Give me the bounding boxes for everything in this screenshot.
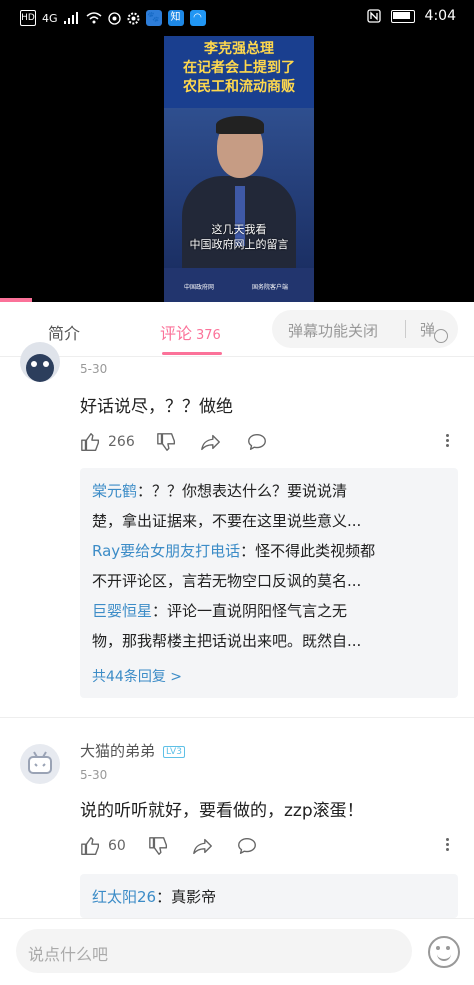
comment-username[interactable]: 大猫的弟弟 LV3 (80, 740, 185, 761)
comment-input-bar: 说点什么吧 (0, 918, 474, 985)
like-button[interactable]: 60 (80, 834, 126, 858)
like-count: 60 (108, 838, 126, 854)
settings-icon (127, 12, 140, 24)
like-button[interactable]: 266 (80, 430, 135, 454)
video-subtitle: 这几天我看 中国政府网上的留言 (164, 222, 314, 252)
video-title-line: 农民工和流动商贩 (183, 79, 295, 95)
comment-text: 好话说尽，？？做绝 (80, 397, 233, 417)
reply-item[interactable]: 巨婴恒星：评论一直说阴阳怪气言之无 物，那我帮楼主把话说出来吧。既然自... (92, 596, 437, 656)
reply-box[interactable]: 红太阳26：真影帝 (80, 874, 458, 918)
video-title-line: 在记者会上提到了 (183, 60, 295, 76)
share-button[interactable] (200, 430, 222, 454)
comment-text: 说的听听就好，要看做的，zzp滚蛋！ (80, 801, 364, 821)
reply-username[interactable]: Ray要给女朋友打电话 (92, 542, 240, 560)
signal-icon (63, 12, 78, 24)
comment-divider (0, 717, 474, 718)
comment-bubble-icon (248, 433, 266, 451)
video-title: 李克强总理 在记者会上提到了 农民工和流动商贩 (164, 40, 314, 97)
video-footer-right: 国务院客户端 (252, 284, 289, 291)
view-all-replies-link[interactable]: 共44条回复 > (92, 666, 182, 686)
baidu-icon: 🐾 (145, 10, 162, 26)
dislike-button[interactable] (156, 430, 178, 454)
video-title-line: 李克强总理 (204, 41, 274, 57)
more-options-icon[interactable] (446, 836, 450, 854)
tab-comments[interactable]: 评论 376 (160, 320, 221, 344)
danmaku-divider (405, 320, 406, 338)
network-type: 4G (42, 11, 58, 25)
reply-username[interactable]: 红太阳26 (92, 888, 156, 906)
share-icon (201, 434, 220, 451)
share-icon (193, 838, 212, 855)
more-options-icon[interactable] (446, 432, 450, 450)
video-footer-left: 中国政府网 (184, 284, 215, 291)
reply-item[interactable]: Ray要给女朋友打电话：怪不得此类视频都 不开评论区，言若无物空口反讽的莫名..… (92, 536, 437, 596)
danmaku-icon-glyph: 弹 (420, 321, 436, 339)
reply-username[interactable]: 巨婴恒星 (92, 602, 152, 620)
comment-actions: 266 (80, 430, 460, 454)
thumbs-up-icon (81, 837, 100, 855)
tab-intro[interactable]: 简介 (48, 320, 80, 344)
tab-bar: 简介 评论 376 弹幕功能关闭 弹 (0, 302, 474, 357)
danmaku-label: 弹幕功能关闭 (288, 322, 379, 340)
wifi-icon (86, 12, 102, 24)
hd-badge: HD (20, 10, 36, 26)
thumbs-down-icon (157, 433, 176, 451)
comment-input-placeholder: 说点什么吧 (28, 945, 109, 964)
comment-date: 5-30 (80, 362, 108, 376)
reply-username[interactable]: 棠元鹤 (92, 482, 137, 500)
subtitle-line: 这几天我看 (211, 223, 267, 236)
like-count: 266 (108, 434, 135, 450)
reply-text: 物，那我帮楼主把话说出来吧。既然自... (92, 632, 362, 650)
zhihu-icon: 知 (167, 10, 184, 26)
comment-date: 5-30 (80, 768, 108, 782)
thumbs-up-icon (81, 433, 100, 451)
location-icon (107, 11, 121, 25)
comment-count: 376 (196, 328, 221, 343)
battery-icon (390, 9, 415, 23)
video-footer: 中国政府网 国务院客户端 (164, 268, 314, 302)
reply-button[interactable] (246, 430, 268, 454)
clock: 4:04 (424, 8, 456, 24)
level-badge: LV3 (163, 745, 185, 758)
reply-text: ：？？你想表达什么？要说说清 (137, 482, 348, 500)
reply-item[interactable]: 红太阳26：真影帝 (92, 882, 437, 912)
thumbs-down-icon (149, 837, 168, 855)
subtitle-line: 中国政府网上的留言 (189, 238, 289, 251)
reply-text: 楚，拿出证据来，不要在这里说些意义... (92, 512, 362, 530)
tab-comments-label: 评论 (160, 324, 193, 343)
reply-text: 不开评论区，言若无物空口反讽的莫名... (92, 572, 362, 590)
reply-text: ：怪不得此类视频都 (240, 542, 376, 560)
reply-text: ：评论一直说阴阳怪气言之无 (152, 602, 348, 620)
reply-item[interactable]: 棠元鹤：？？你想表达什么？要说说清 楚，拿出证据来，不要在这里说些意义... (92, 476, 437, 536)
status-bar: HD 4G 🐾 知 ◠ 4:04 (0, 0, 474, 36)
comment-username-text: 大猫的弟弟 (80, 742, 156, 760)
comment-bubble-icon (238, 837, 256, 855)
reply-box[interactable]: 棠元鹤：？？你想表达什么？要说说清 楚，拿出证据来，不要在这里说些意义... R… (80, 468, 458, 698)
video-frame: 李克强总理 在记者会上提到了 农民工和流动商贩 这几天我看 中国政府网上的留言 … (164, 36, 314, 302)
danmaku-off-icon[interactable]: 弹 (420, 319, 448, 343)
danmaku-off-badge (434, 329, 448, 343)
tab-underline (162, 352, 222, 355)
reply-text: ：真影帝 (156, 888, 217, 906)
nfc-icon (366, 9, 381, 23)
reply-button[interactable] (236, 834, 258, 858)
avatar[interactable] (20, 342, 60, 382)
emoji-icon[interactable] (428, 936, 460, 968)
dislike-button[interactable] (148, 834, 170, 858)
share-button[interactable] (192, 834, 214, 858)
browser-icon: ◠ (189, 10, 206, 26)
danmaku-toggle[interactable]: 弹幕功能关闭 弹 (272, 310, 458, 348)
comment-actions: 60 (80, 834, 460, 858)
comment-input[interactable]: 说点什么吧 (16, 929, 412, 973)
avatar[interactable] (20, 744, 60, 784)
speaker-hair (216, 116, 264, 134)
video-player[interactable]: 李克强总理 在记者会上提到了 农民工和流动商贩 这几天我看 中国政府网上的留言 … (0, 36, 474, 302)
